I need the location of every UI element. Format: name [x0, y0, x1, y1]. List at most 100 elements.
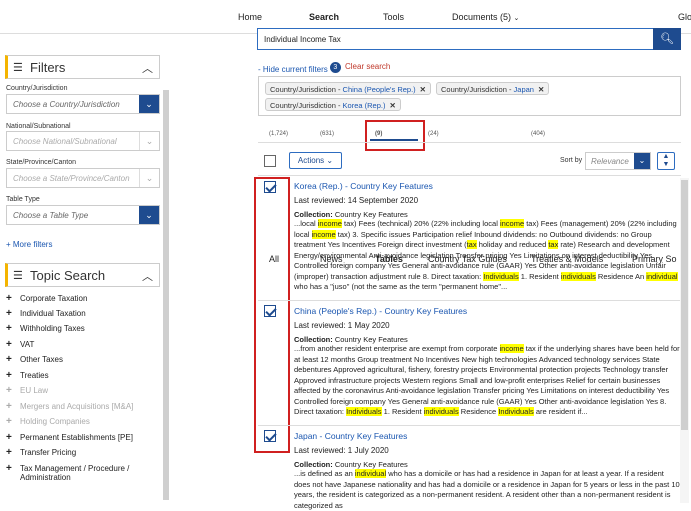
- search-button[interactable]: 🔍︎: [653, 28, 681, 50]
- result-title[interactable]: Japan - Country Key Features: [294, 431, 407, 441]
- result-checkbox[interactable]: [264, 430, 276, 442]
- state-select[interactable]: Choose a State/Province/Canton ⌄: [6, 168, 160, 188]
- chevron-down-icon: ⌄: [513, 15, 520, 22]
- nav-documents-label: Documents (5): [452, 12, 512, 22]
- topic-label: VAT: [20, 340, 35, 349]
- tab-country-tax-guides[interactable]: Country Tax Guides (24): [428, 127, 507, 264]
- chip-value: China (People's Rep.): [342, 85, 416, 94]
- search-input[interactable]: [264, 35, 644, 44]
- close-icon[interactable]: ✕: [420, 85, 426, 94]
- nav-tools[interactable]: Tools: [383, 12, 404, 22]
- collection-label: Collection:: [294, 460, 333, 469]
- collection-value: Country Key Features: [334, 460, 408, 469]
- topic-label: Individual Taxation: [20, 309, 86, 318]
- chevron-down-icon[interactable]: ⌄: [139, 132, 159, 150]
- national-select[interactable]: Choose National/Subnational ⌄: [6, 131, 160, 151]
- nav-search[interactable]: Search: [309, 12, 339, 22]
- list-icon: ☰: [13, 270, 23, 282]
- results-scrollbar[interactable]: [681, 180, 688, 430]
- topic-item-continued[interactable]: Administration: [6, 473, 71, 482]
- close-icon[interactable]: ✕: [389, 101, 395, 110]
- result-date: Last reviewed: 1 May 2020: [294, 321, 390, 330]
- result-checkbox[interactable]: [264, 181, 276, 193]
- plus-icon: +: [6, 308, 12, 319]
- more-filters-link[interactable]: + More filters: [6, 240, 52, 249]
- chevron-down-icon[interactable]: ⌄: [139, 206, 159, 224]
- result-collection: Collection: Country Key Features: [294, 460, 408, 469]
- nav-home[interactable]: Home: [238, 12, 262, 22]
- tab-count: (631): [320, 131, 335, 137]
- nav-documents[interactable]: Documents (5) ⌄: [452, 12, 519, 22]
- topic-label: Permanent Establishments [PE]: [20, 433, 133, 442]
- search-box: [257, 28, 654, 50]
- tabletype-select[interactable]: Choose a Table Type ⌄: [6, 205, 160, 225]
- collection-value: Country Key Features: [334, 210, 408, 219]
- sort-select[interactable]: Relevance ⌄: [585, 152, 651, 170]
- sort-direction-button[interactable]: ▲ ▼: [657, 152, 675, 170]
- topic-label: Tax Management / Procedure /: [20, 464, 130, 473]
- topic-item[interactable]: + Treaties: [6, 370, 49, 381]
- chip-key: Country/Jurisdiction -: [270, 101, 343, 110]
- topic-label: Corporate Taxation: [20, 294, 88, 303]
- filter-count-badge: 3: [329, 62, 341, 73]
- result-collection: Collection: Country Key Features: [294, 335, 408, 344]
- result-title[interactable]: China (People's Rep.) - Country Key Feat…: [294, 306, 467, 316]
- topic-item[interactable]: + Transfer Pricing: [6, 447, 76, 458]
- plus-icon: +: [6, 432, 12, 443]
- sidebar: ☰ Filters ︿ Country/Jurisdiction Choose …: [0, 34, 172, 503]
- topic-item[interactable]: + Withholding Taxes: [6, 323, 85, 334]
- chevron-up-icon[interactable]: ︿: [142, 268, 153, 284]
- country-select[interactable]: Choose a Country/Jurisdiction ⌄: [6, 94, 160, 114]
- tables-tab-callout: [365, 120, 425, 151]
- chevron-down-icon[interactable]: ⌄: [139, 169, 159, 187]
- sort-by-label: Sort by: [560, 157, 583, 164]
- tab-count: (24): [428, 131, 439, 137]
- topic-item[interactable]: + Corporate Taxation: [6, 293, 87, 304]
- tab-news[interactable]: News (631): [320, 127, 343, 264]
- topic-label: Administration: [20, 473, 71, 482]
- nav-glossary[interactable]: Glo: [678, 12, 691, 22]
- topic-item[interactable]: + Individual Taxation: [6, 308, 86, 319]
- chevron-down-icon: ⌄: [326, 156, 334, 165]
- topic-item[interactable]: + Other Taxes: [6, 354, 63, 365]
- topic-label: Withholding Taxes: [20, 324, 85, 333]
- toolbar-divider: [258, 175, 681, 176]
- chevron-down-icon[interactable]: ⌄: [139, 95, 159, 113]
- result-title[interactable]: Korea (Rep.) - Country Key Features: [294, 181, 433, 191]
- collection-label: Collection:: [294, 335, 333, 344]
- result-snippet: ...is defined as an individual who has a…: [294, 469, 680, 510]
- topic-search-header[interactable]: ☰ Topic Search ︿: [5, 263, 160, 287]
- chevron-up-icon[interactable]: ︿: [142, 60, 153, 76]
- active-filters-box: Country/Jurisdiction - China (People's R…: [258, 76, 681, 116]
- plus-icon: +: [6, 416, 12, 427]
- tab-treaties-models[interactable]: Treaties & Models (404): [531, 127, 603, 264]
- topic-label: Other Taxes: [20, 355, 63, 364]
- filters-panel-header[interactable]: ☰ Filters ︿: [5, 55, 160, 79]
- result-snippet: ...from another resident enterprise are …: [294, 344, 680, 416]
- topic-item: + Mergers and Acquisitions [M&A]: [6, 401, 133, 412]
- select-all-checkbox[interactable]: [264, 155, 276, 167]
- topic-label: Mergers and Acquisitions [M&A]: [20, 402, 134, 411]
- actions-button[interactable]: Actions ⌄: [289, 152, 342, 169]
- chip-value: Japan: [513, 85, 534, 94]
- tab-count: (1,724): [269, 131, 289, 137]
- plus-icon: +: [6, 339, 12, 350]
- result-checkbox[interactable]: [264, 305, 276, 317]
- plus-icon: +: [6, 447, 12, 458]
- tab-all[interactable]: All (1,724): [269, 127, 289, 264]
- hide-filters-link[interactable]: - Hide current filters 3: [258, 62, 341, 74]
- close-icon[interactable]: ✕: [538, 85, 544, 94]
- topic-item[interactable]: + VAT: [6, 339, 34, 350]
- result-collection: Collection: Country Key Features: [294, 210, 408, 219]
- plus-icon: +: [6, 385, 12, 396]
- result-date: Last reviewed: 14 September 2020: [294, 196, 419, 205]
- clear-search-link[interactable]: Clear search: [345, 62, 390, 71]
- sidebar-scrollbar[interactable]: [163, 90, 169, 500]
- national-placeholder: Choose National/Subnational: [13, 137, 117, 146]
- topic-item: + EU Law: [6, 385, 48, 396]
- topic-item[interactable]: + Permanent Establishments [PE]: [6, 432, 133, 443]
- filter-chip: Country/Jurisdiction - China (People's R…: [265, 82, 431, 95]
- tab-count: (404): [531, 131, 546, 137]
- filters-title: Filters: [30, 60, 66, 75]
- chevron-down-icon[interactable]: ⌄: [634, 153, 650, 169]
